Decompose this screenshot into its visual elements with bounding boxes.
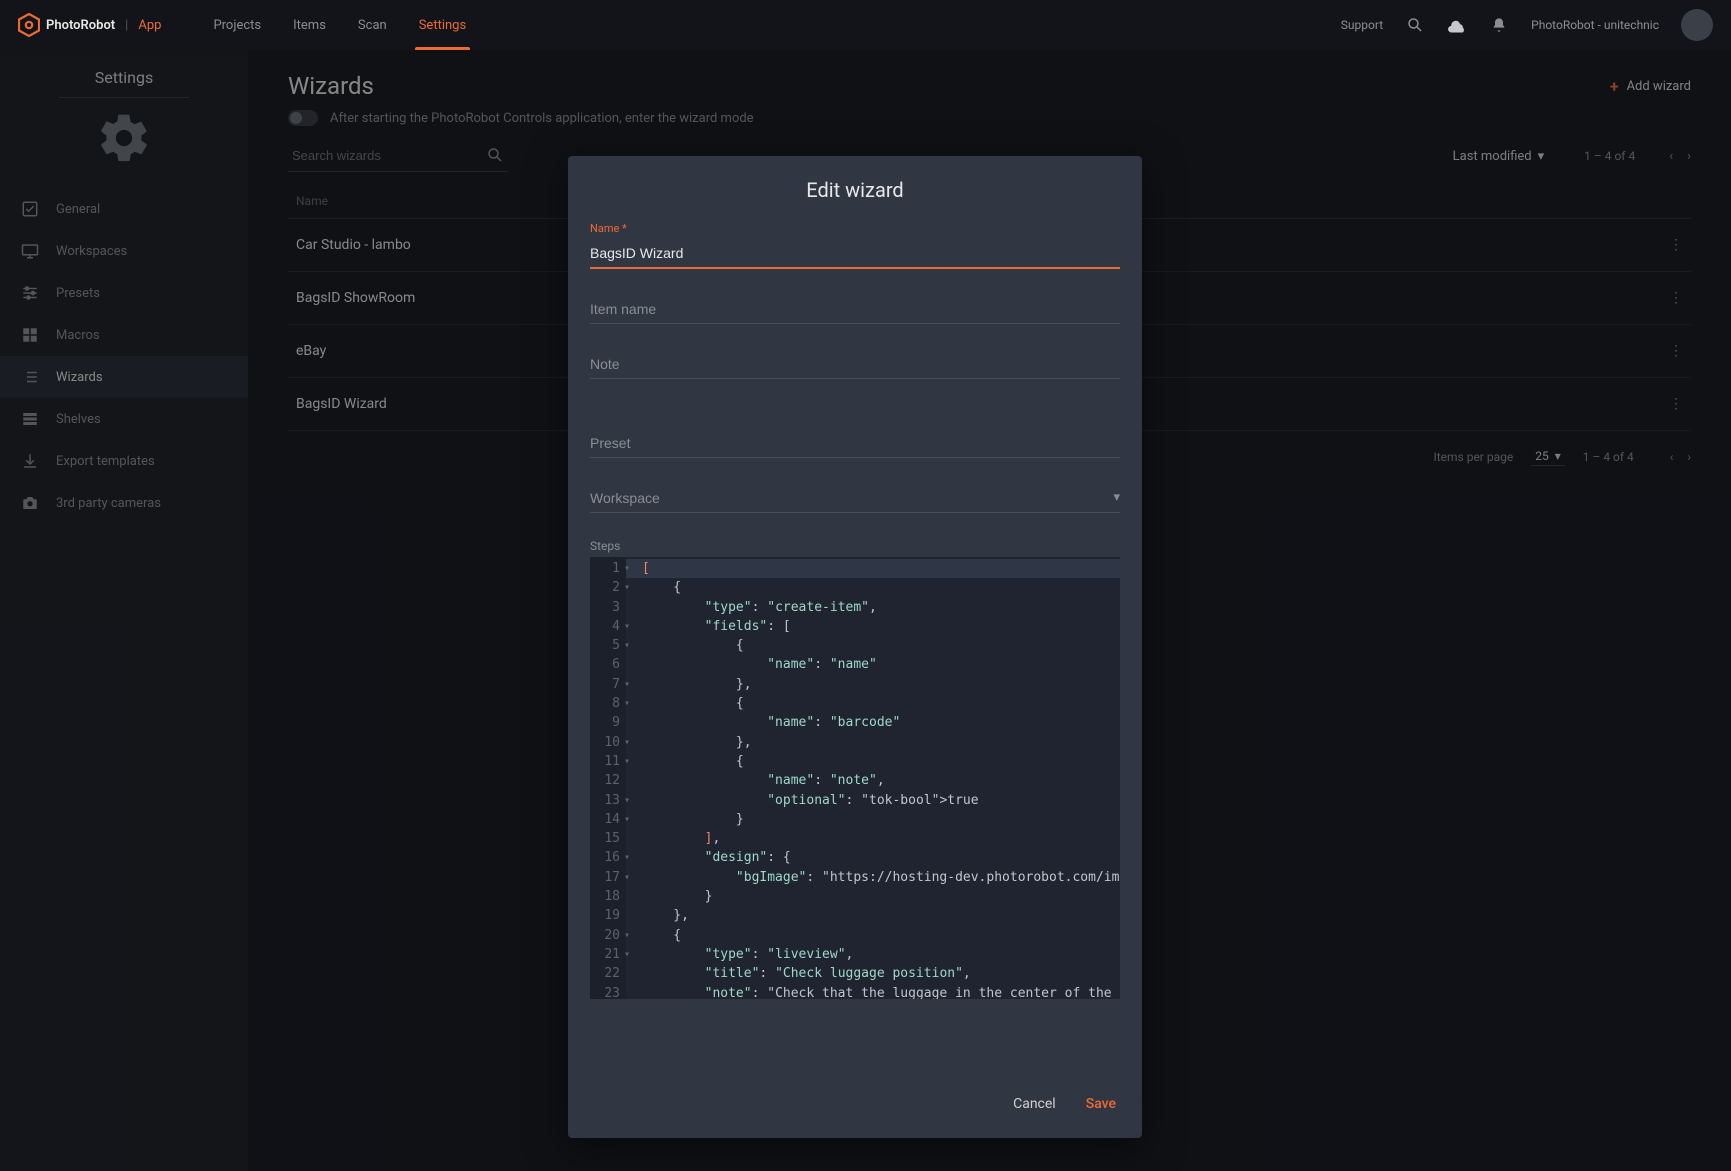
- search-icon[interactable]: [1405, 15, 1425, 35]
- item-name-input[interactable]: [590, 295, 1120, 324]
- steps-label: Steps: [590, 539, 1120, 553]
- topbar: PhotoRobot | App Projects Items Scan Set…: [0, 0, 1731, 50]
- nav-tab-scan[interactable]: Scan: [342, 0, 403, 50]
- bell-icon[interactable]: [1489, 15, 1509, 35]
- avatar[interactable]: [1681, 9, 1713, 41]
- field-item-name: [590, 295, 1120, 324]
- workspace-select[interactable]: [590, 484, 1120, 513]
- field-name: Name *: [590, 222, 1120, 269]
- username[interactable]: PhotoRobot - unitechnic: [1531, 18, 1659, 32]
- nav-tab-settings[interactable]: Settings: [403, 0, 482, 50]
- chevron-down-icon: ▾: [1113, 490, 1120, 505]
- preset-select[interactable]: [590, 429, 1120, 458]
- name-label: Name *: [590, 222, 1120, 235]
- modal-title: Edit wizard: [568, 156, 1142, 222]
- nav-tab-projects[interactable]: Projects: [197, 0, 277, 50]
- cancel-button[interactable]: Cancel: [1013, 1096, 1056, 1112]
- field-workspace: ▾: [590, 484, 1120, 513]
- edit-wizard-modal: Edit wizard Name * ▾ Steps 1▾2▾34▾5▾67▾8…: [568, 156, 1142, 1138]
- nav-tab-items[interactable]: Items: [277, 0, 342, 50]
- brand-divider: |: [125, 18, 128, 33]
- nav-tabs: Projects Items Scan Settings: [197, 0, 482, 50]
- field-preset: [590, 429, 1120, 458]
- steps-code-editor[interactable]: 1▾2▾34▾5▾67▾8▾910▾11▾1213▾14▾1516▾17▾181…: [590, 557, 1120, 999]
- brand-name: PhotoRobot: [46, 18, 115, 33]
- field-note: [590, 350, 1120, 379]
- save-button[interactable]: Save: [1086, 1096, 1116, 1112]
- brand-logo[interactable]: PhotoRobot | App: [18, 13, 161, 37]
- cloud-icon[interactable]: [1447, 15, 1467, 35]
- logo-hex-icon: [18, 13, 40, 37]
- brand-app: App: [138, 18, 161, 33]
- topbar-right: Support PhotoRobot - unitechnic: [1341, 9, 1713, 41]
- note-input[interactable]: [590, 350, 1120, 379]
- support-link[interactable]: Support: [1341, 18, 1383, 32]
- name-input[interactable]: [590, 239, 1120, 269]
